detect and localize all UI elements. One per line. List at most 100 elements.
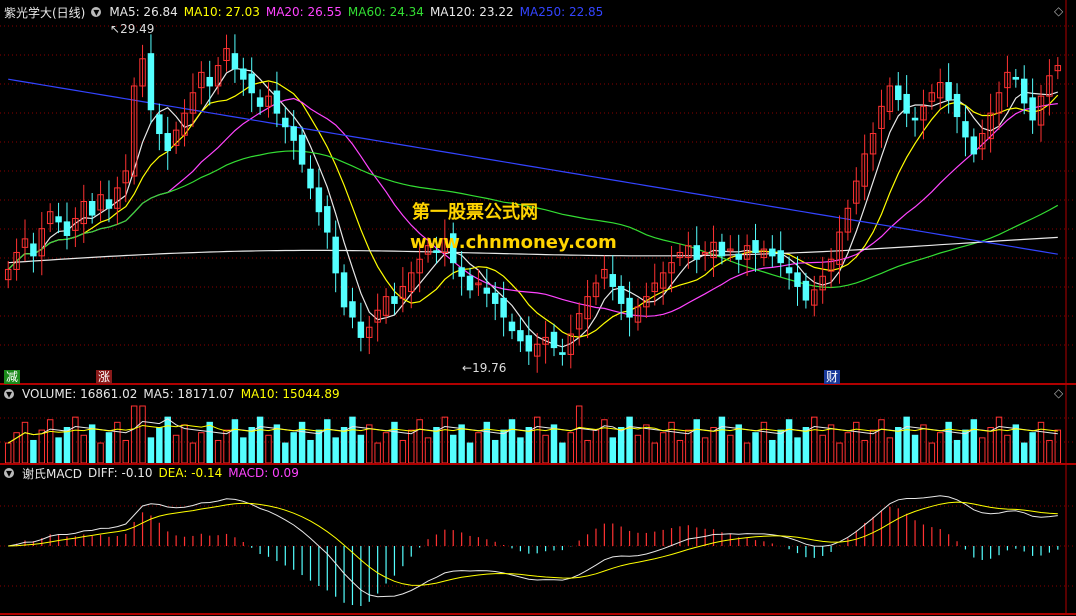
volume-bar bbox=[937, 432, 944, 464]
volume-bar bbox=[139, 405, 146, 464]
chart-canvas[interactable] bbox=[0, 0, 1076, 616]
ma-line bbox=[8, 78, 1058, 255]
settings-circle-icon[interactable]: ▾ bbox=[4, 388, 14, 400]
volume-indicators: MA5: 18171.07 MA10: 15044.89 bbox=[143, 387, 339, 401]
diamond-icon[interactable]: ◇ bbox=[1054, 386, 1063, 400]
candle-body bbox=[962, 121, 969, 138]
candle-body bbox=[273, 90, 281, 114]
watermark-title: 第一股票公式网 bbox=[412, 202, 538, 223]
volume-bar bbox=[727, 434, 734, 464]
volume-indicator[interactable]: MA5: 18171.07 bbox=[143, 387, 234, 401]
candle-body bbox=[794, 272, 801, 287]
stock-title[interactable]: 紫光学大(日线) bbox=[4, 4, 85, 21]
event-tag[interactable]: 减 bbox=[4, 370, 21, 384]
volume-bar bbox=[223, 429, 230, 464]
candle-body bbox=[903, 93, 910, 114]
volume-bar bbox=[643, 424, 650, 464]
volume-indicator[interactable]: MA10: 15044.89 bbox=[241, 387, 340, 401]
volume-bar bbox=[559, 442, 566, 464]
volume-bar bbox=[408, 429, 415, 464]
candle-body bbox=[55, 216, 62, 223]
candle-body bbox=[517, 330, 524, 342]
volume-bar bbox=[366, 424, 373, 464]
volume-bar bbox=[46, 419, 54, 464]
volume-bar bbox=[466, 442, 474, 464]
volume-bar bbox=[88, 424, 96, 464]
volume-bar bbox=[1029, 432, 1036, 464]
volume-bar bbox=[945, 421, 952, 464]
volume-bar bbox=[298, 421, 306, 464]
volume-bar bbox=[962, 429, 969, 464]
volume-bar bbox=[626, 416, 633, 464]
volume-title[interactable]: VOLUME: 16861.02 bbox=[22, 387, 137, 401]
event-tag[interactable]: 财 bbox=[824, 370, 841, 384]
volume-bar bbox=[785, 419, 793, 464]
candle-body bbox=[315, 187, 323, 213]
volume-bar bbox=[349, 416, 356, 464]
candle-body bbox=[802, 280, 810, 301]
volume-bar bbox=[340, 427, 348, 464]
price-indicator[interactable]: MA5: 26.84 bbox=[109, 5, 177, 19]
candle-body bbox=[240, 68, 247, 80]
volume-bar bbox=[567, 432, 575, 464]
price-indicators: MA5: 26.84 MA10: 27.03 MA20: 26.55 MA60: 24… bbox=[109, 5, 603, 19]
candle-body bbox=[559, 352, 566, 355]
candle-body bbox=[617, 285, 625, 304]
candle-body bbox=[282, 117, 289, 128]
candle-body bbox=[752, 240, 759, 253]
settings-circle-icon[interactable]: ▾ bbox=[4, 467, 14, 479]
volume-bar bbox=[970, 419, 978, 464]
volume-bar bbox=[584, 439, 591, 464]
volume-bar bbox=[659, 432, 667, 464]
price-indicator[interactable]: MA120: 23.22 bbox=[430, 5, 514, 19]
macd-indicator[interactable]: MACD: 0.09 bbox=[228, 466, 299, 480]
volume-bars bbox=[4, 405, 1062, 464]
volume-bar bbox=[130, 405, 138, 464]
macd-indicator[interactable]: DIFF: -0.10 bbox=[88, 466, 153, 480]
volume-bar bbox=[72, 416, 79, 464]
volume-bar bbox=[357, 434, 365, 464]
settings-circle-icon[interactable]: ▾ bbox=[91, 6, 102, 18]
volume-bar bbox=[265, 434, 272, 464]
volume-bar bbox=[256, 416, 264, 464]
volume-bar bbox=[1054, 429, 1062, 464]
volume-bar bbox=[911, 434, 919, 464]
volume-bar bbox=[542, 434, 549, 464]
price-indicator[interactable]: MA60: 24.34 bbox=[348, 5, 424, 19]
macd-indicator[interactable]: DEA: -0.14 bbox=[159, 466, 223, 480]
volume-bar bbox=[282, 442, 289, 464]
price-indicator[interactable]: MA250: 22.85 bbox=[520, 5, 604, 19]
volume-bar bbox=[769, 439, 776, 464]
volume-bar bbox=[105, 432, 113, 464]
macd-title[interactable]: 谢氏MACD bbox=[22, 465, 82, 482]
volume-bar bbox=[760, 421, 768, 464]
event-tag[interactable]: 涨 bbox=[96, 370, 113, 384]
candle-body bbox=[525, 335, 533, 352]
volume-bar bbox=[987, 427, 994, 464]
volume-bar bbox=[164, 416, 171, 464]
volume-bar bbox=[290, 432, 297, 464]
candle-body bbox=[953, 93, 961, 118]
volume-bar bbox=[609, 437, 616, 464]
volume-bar bbox=[886, 437, 894, 464]
volume-bar bbox=[189, 442, 197, 464]
price-indicator[interactable]: MA20: 26.55 bbox=[266, 5, 342, 19]
candle-body bbox=[483, 287, 491, 294]
candle-body bbox=[1020, 78, 1028, 104]
candle-body bbox=[105, 199, 113, 209]
volume-bar bbox=[752, 432, 759, 464]
volume-bar bbox=[920, 424, 927, 464]
volume-bar bbox=[718, 416, 726, 464]
volume-bar bbox=[198, 432, 205, 464]
candle-body bbox=[777, 250, 784, 264]
volume-bar bbox=[147, 437, 155, 464]
candle-body bbox=[147, 53, 155, 111]
volume-bar bbox=[693, 419, 700, 464]
candle-body bbox=[626, 297, 633, 318]
volume-bar bbox=[315, 429, 323, 464]
candle-body bbox=[769, 248, 776, 257]
macd-panel-header: ▾ 谢氏MACD DIFF: -0.10 DEA: -0.14 MACD: 0.09 bbox=[4, 465, 299, 481]
diamond-icon[interactable]: ◇ bbox=[1054, 4, 1063, 18]
volume-bar bbox=[231, 419, 239, 464]
price-indicator[interactable]: MA10: 27.03 bbox=[184, 5, 260, 19]
